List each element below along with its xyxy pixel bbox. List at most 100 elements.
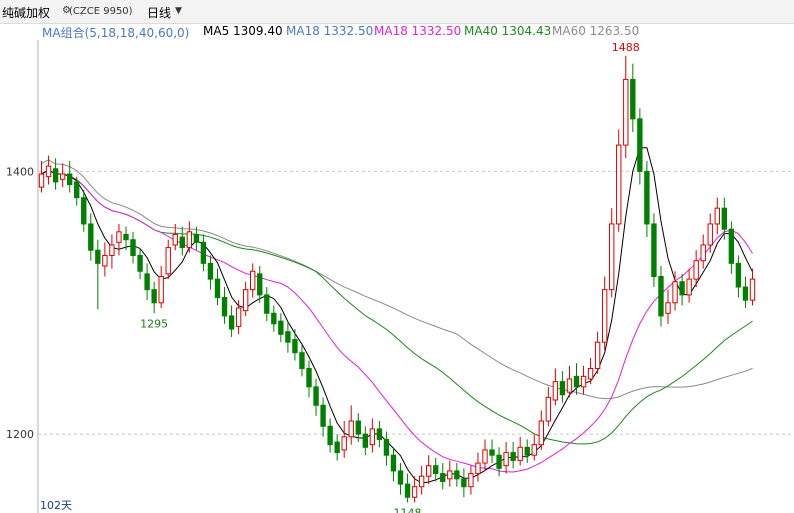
- candle: [158, 265, 164, 309]
- candle-body-down: [397, 470, 404, 485]
- candle-body-down: [735, 262, 742, 288]
- candle: [559, 371, 566, 403]
- candle-body-down: [264, 294, 270, 314]
- candle: [404, 473, 411, 503]
- candle-body-down: [74, 181, 80, 199]
- candle: [278, 313, 284, 343]
- candle-body-up: [116, 231, 122, 243]
- candle-body-down: [524, 446, 530, 456]
- candle-body-up: [566, 378, 573, 393]
- candle: [334, 434, 340, 461]
- candle-body-up: [749, 278, 756, 301]
- candle-body-up: [172, 233, 178, 246]
- candle: [66, 160, 73, 193]
- candle-body-up: [165, 247, 171, 275]
- candlestick-chart[interactable]: 1200 1400 1488 1148 1295 102天: [0, 0, 794, 513]
- candle-body-up: [665, 302, 671, 314]
- candle-body-up: [693, 260, 699, 280]
- candle: [686, 268, 692, 303]
- candle-body-down: [257, 273, 263, 296]
- candle-body-down: [52, 168, 59, 183]
- candle: [257, 265, 263, 303]
- candle: [285, 321, 291, 353]
- candle: [207, 255, 214, 290]
- candle: [271, 305, 277, 332]
- candle: [102, 242, 108, 277]
- candle-body-down: [383, 438, 390, 456]
- low-price-label: 1148: [394, 506, 422, 513]
- candle: [496, 447, 502, 477]
- candle: [475, 452, 481, 482]
- candle: [742, 276, 749, 309]
- candle-body-up: [707, 223, 713, 246]
- candle: [390, 447, 397, 482]
- candle: [235, 300, 242, 335]
- candle: [45, 155, 52, 185]
- candle-body-up: [482, 449, 488, 464]
- candle: [601, 276, 608, 351]
- candle: [461, 468, 467, 498]
- candle-body-down: [193, 233, 200, 243]
- candle: [313, 378, 319, 416]
- candle: [144, 263, 150, 301]
- candle-body-down: [658, 276, 664, 317]
- candle: [580, 365, 587, 395]
- candle-body-down: [637, 118, 643, 172]
- candle-body-down: [200, 241, 207, 264]
- candle-body-down: [334, 441, 340, 454]
- candle: [482, 439, 488, 471]
- candle: [130, 231, 136, 264]
- candle: [679, 273, 685, 306]
- candle: [594, 331, 601, 374]
- candle: [440, 463, 446, 490]
- candle-body-up: [235, 307, 242, 327]
- candle-body-down: [320, 404, 326, 427]
- candle-body-up: [425, 465, 432, 477]
- candle: [425, 455, 432, 485]
- candle-body-up: [109, 244, 115, 256]
- candle-body-down: [285, 331, 291, 343]
- candle: [587, 357, 594, 385]
- candle: [623, 55, 629, 159]
- candle-body-up: [609, 223, 615, 291]
- candle-body-down: [679, 281, 685, 296]
- candle-body-up: [686, 278, 692, 296]
- candle-body-down: [130, 239, 136, 256]
- candle: [116, 223, 122, 256]
- candle-body-up: [601, 289, 608, 343]
- candle: [714, 197, 720, 235]
- candle: [616, 129, 622, 232]
- candle: [749, 268, 756, 306]
- y-tick-label: 1400: [6, 165, 34, 178]
- candle: [151, 281, 157, 314]
- candle: [320, 397, 326, 437]
- candle: [418, 465, 425, 495]
- high-price-label: 1488: [612, 41, 640, 54]
- bar-count-label: 102天: [40, 499, 72, 512]
- candle-body-up: [714, 207, 720, 225]
- candle-body-down: [221, 297, 228, 317]
- candle-body-down: [299, 352, 305, 369]
- candle-body-up: [587, 367, 594, 380]
- candle: [59, 163, 66, 188]
- candle-body-down: [390, 454, 397, 472]
- candle-body-down: [95, 249, 101, 264]
- candle: [383, 431, 390, 466]
- candle: [531, 434, 537, 461]
- candle: [397, 463, 404, 495]
- candle: [700, 234, 706, 269]
- candle-body-down: [433, 465, 439, 475]
- candle: [38, 160, 45, 193]
- candle: [524, 439, 530, 464]
- candle-body-down: [313, 386, 319, 406]
- candle: [299, 344, 305, 377]
- candle-body-up: [242, 289, 249, 312]
- candle-body-down: [327, 425, 333, 446]
- y-tick-label: 1200: [6, 428, 34, 441]
- candle-body-down: [742, 286, 749, 301]
- candle-body-down: [376, 428, 383, 440]
- candle-body-up: [545, 396, 552, 422]
- candle-body-down: [137, 254, 143, 272]
- candle: [489, 439, 495, 464]
- candle: [306, 360, 312, 398]
